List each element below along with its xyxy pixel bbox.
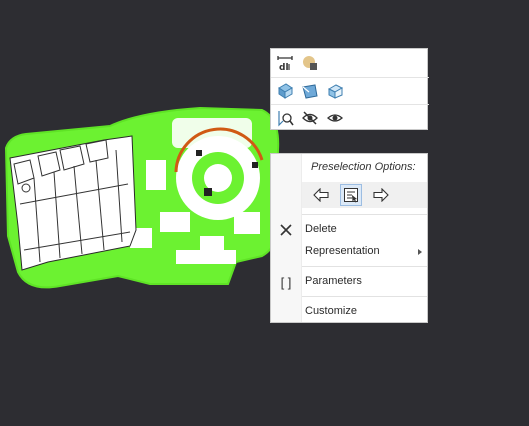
mini-toolbar-row: dl xyxy=(271,50,429,76)
next-arrow-icon[interactable] xyxy=(370,184,392,206)
model-detail xyxy=(176,250,236,264)
preselection-options-title: Preselection Options: xyxy=(311,161,416,173)
menu-item-label: Delete xyxy=(305,223,337,235)
model-detail xyxy=(204,188,212,196)
menu-separator xyxy=(302,214,427,215)
view-normal-icon[interactable] xyxy=(274,80,296,102)
section-view-icon[interactable] xyxy=(324,80,346,102)
mini-toolbar-row xyxy=(271,104,429,131)
orient-view-icon[interactable] xyxy=(299,80,321,102)
menu-separator xyxy=(302,266,427,267)
menu-item-delete[interactable]: Delete xyxy=(271,220,427,240)
menu-separator xyxy=(302,296,427,297)
parameters-brackets-icon: [ ] xyxy=(280,274,292,290)
svg-text:dl: dl xyxy=(279,63,289,72)
graphics-viewport[interactable] xyxy=(0,0,529,426)
menu-item-label: Parameters xyxy=(305,275,362,287)
previous-arrow-icon[interactable] xyxy=(310,184,332,206)
model-detail xyxy=(252,162,258,168)
measure-distance-icon[interactable]: dl xyxy=(274,52,296,74)
cad-model-highlighted[interactable] xyxy=(0,0,529,426)
menu-item-customize[interactable]: Customize xyxy=(271,302,427,322)
menu-item-label: Customize xyxy=(305,305,357,317)
menu-item-label: Representation xyxy=(305,245,380,257)
model-detail xyxy=(146,160,166,190)
model-detail xyxy=(196,150,202,156)
context-menu: Preselection Options: Delete Representat… xyxy=(270,153,428,323)
menu-item-parameters[interactable]: [ ] Parameters xyxy=(271,272,427,292)
appearance-icon[interactable] xyxy=(299,52,321,74)
submenu-arrow-icon xyxy=(418,249,422,255)
delete-x-icon xyxy=(277,221,295,239)
zoom-to-selected-icon[interactable] xyxy=(274,107,296,129)
show-icon[interactable] xyxy=(324,107,346,129)
model-detail xyxy=(204,164,232,192)
menu-item-representation[interactable]: Representation xyxy=(271,242,427,262)
hide-icon[interactable] xyxy=(299,107,321,129)
mini-toolbar-row xyxy=(271,77,429,104)
model-detail xyxy=(234,212,260,234)
model-detail xyxy=(160,212,190,232)
mini-toolbar: dl xyxy=(270,48,429,131)
pick-from-list-icon[interactable] xyxy=(340,184,362,206)
preselection-options-row xyxy=(302,182,427,208)
